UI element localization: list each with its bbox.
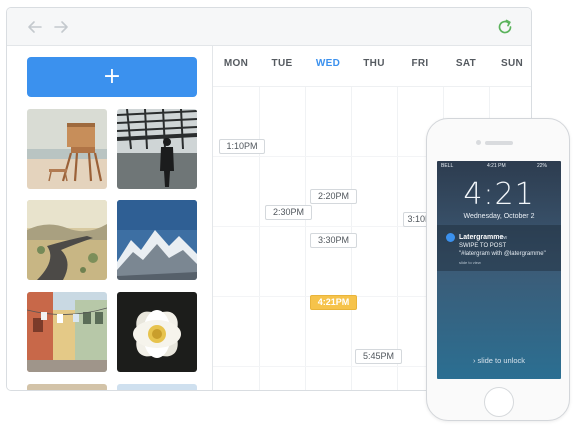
photo-thumbnail-lifeguard-tower[interactable] — [27, 109, 107, 189]
column-divider — [259, 87, 260, 390]
lock-date: Wednesday, October 2 — [463, 213, 535, 220]
day-header-fri: FRI — [411, 58, 429, 69]
notification-app-name: Latergramme — [459, 234, 504, 241]
scheduled-slot-wed-1621-active[interactable]: 4:21PM — [310, 295, 357, 310]
home-button[interactable] — [484, 387, 514, 417]
earpiece — [485, 141, 513, 145]
slide-to-unlock[interactable]: › slide to unlock — [437, 356, 561, 365]
refresh-icon[interactable] — [496, 18, 514, 36]
status-battery: 22% — [537, 163, 548, 169]
day-header-mon: MON — [223, 58, 249, 69]
media-sidebar: + — [7, 46, 213, 390]
notification-time: now — [498, 235, 508, 241]
add-media-button[interactable]: + — [27, 57, 197, 97]
day-header-sat: SAT — [455, 58, 477, 69]
chevron-right-icon: › — [472, 356, 476, 365]
column-divider — [305, 87, 306, 390]
day-header-wed: WED — [315, 58, 341, 69]
status-carrier: BELL — [441, 163, 454, 169]
arrow-right-icon[interactable] — [52, 18, 70, 36]
notification-hint[interactable]: slide to view — [459, 260, 481, 265]
lock-screen: BELL 4:21 PM 22% 4:21 Wednesday, October… — [437, 161, 561, 379]
arrow-left-icon[interactable] — [26, 18, 44, 36]
lock-clock: 4:21 — [463, 177, 535, 212]
iphone-mockup: BELL 4:21 PM 22% 4:21 Wednesday, October… — [426, 118, 570, 421]
photo-thumbnail-lotus[interactable] — [117, 292, 197, 372]
notification-body: "#latergram with @latergramme" — [459, 251, 546, 257]
status-time: 4:21 PM — [487, 163, 506, 169]
photo-thumbnail-desert-road[interactable] — [27, 200, 107, 280]
column-divider — [397, 87, 398, 390]
slide-to-unlock-label: slide to unlock — [477, 356, 526, 365]
scheduled-slot-thu-1745[interactable]: 5:45PM — [355, 349, 402, 364]
browser-toolbar — [7, 8, 531, 46]
photo-thumbnail-partial[interactable] — [117, 384, 197, 390]
app-icon — [446, 233, 455, 242]
scheduled-slot-tue-1430[interactable]: 2:30PM — [265, 205, 312, 220]
scheduled-slot-mon-1310[interactable]: 1:10PM — [219, 139, 265, 154]
calendar-header-divider — [213, 86, 531, 87]
front-camera — [476, 140, 481, 145]
scheduled-slot-wed-1420[interactable]: 2:20PM — [310, 189, 357, 204]
photo-thumbnail-silhouette[interactable] — [117, 109, 197, 189]
day-header-tue: TUE — [271, 58, 293, 69]
day-header-sun: SUN — [500, 58, 523, 69]
day-header-thu: THU — [363, 58, 385, 69]
photo-thumbnail-partial[interactable] — [27, 384, 107, 390]
photo-thumbnail-street[interactable] — [27, 292, 107, 372]
notification-title: SWIPE TO POST — [459, 243, 507, 249]
scheduled-slot-wed-1530[interactable]: 3:30PM — [310, 233, 357, 248]
photo-thumbnail-snowy-mountains[interactable] — [117, 200, 197, 280]
